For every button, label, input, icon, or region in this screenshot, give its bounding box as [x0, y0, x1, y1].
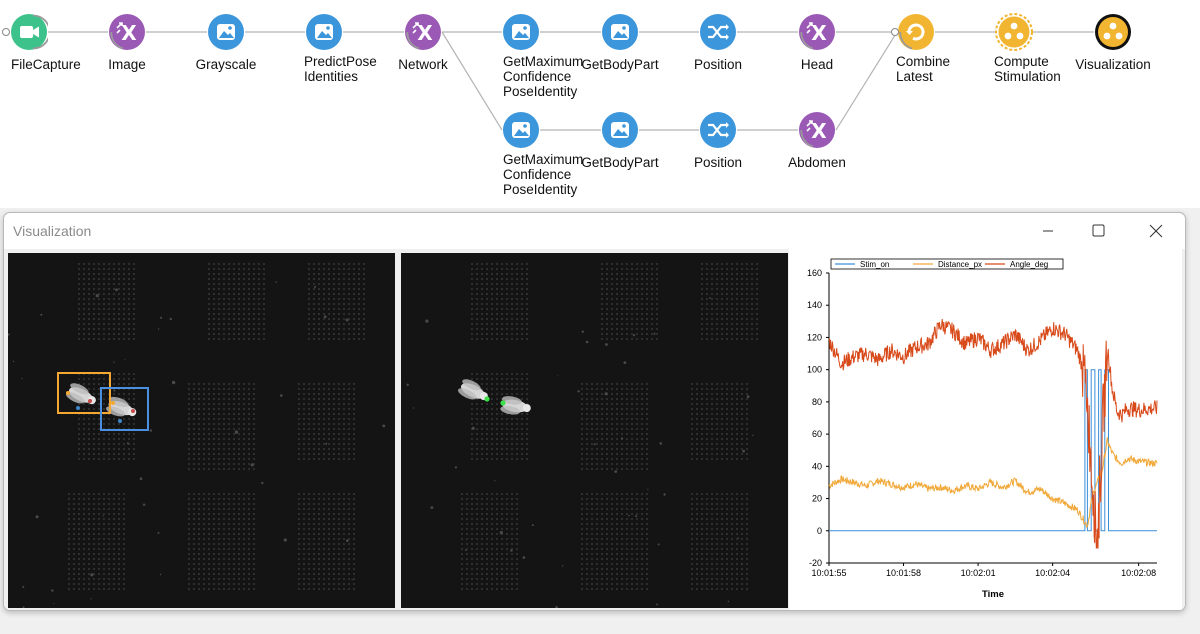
- node-getmax1[interactable]: [502, 13, 540, 51]
- x-axis-label: Time: [982, 589, 1004, 600]
- workflow-edge: [835, 31, 898, 131]
- legend-label: Stim_on: [860, 260, 889, 269]
- series-line-angle-deg: [828, 319, 1158, 549]
- x-tick-label: 10:02:08: [1121, 568, 1156, 578]
- node-port[interactable]: [891, 28, 899, 36]
- node-label-network: Network: [398, 57, 448, 72]
- x-tick-label: 10:01:58: [886, 568, 921, 578]
- node-label-combinelatest: Combine Latest: [896, 54, 951, 84]
- maximize-button[interactable]: [1075, 213, 1121, 249]
- node-label-grayscale: Grayscale: [195, 57, 257, 72]
- node-label-visualization: Visualization: [1075, 57, 1151, 72]
- keypoint: [131, 409, 135, 413]
- node-ring: [800, 31, 814, 50]
- node-circle: [700, 14, 736, 50]
- window-content: -20 0 20 40 60 80 100 120 140 160 10:01:55 10:01:58…: [4, 249, 1185, 610]
- node-circle: [602, 14, 638, 50]
- y-tick-label: 40: [812, 461, 822, 471]
- image-icon: [611, 122, 629, 138]
- node-label-head: Head: [800, 57, 834, 72]
- y-tick-label: 160: [807, 268, 822, 278]
- minimize-icon: [1043, 230, 1053, 232]
- node-circle: [306, 14, 342, 50]
- image-icon: [217, 24, 235, 40]
- video-frame-right: [401, 253, 788, 608]
- node-grayscale[interactable]: [207, 13, 245, 51]
- node-getbody1[interactable]: [601, 13, 639, 51]
- node-combinelatest[interactable]: [891, 13, 935, 51]
- series-line-distance-px: [828, 437, 1158, 528]
- node-port[interactable]: [2, 28, 10, 36]
- legend-label: Distance_px: [938, 260, 982, 269]
- node-ring: [110, 31, 124, 50]
- video-frame-left: [8, 253, 395, 608]
- y-tick-label: 20: [812, 494, 822, 504]
- pose-marker: [484, 396, 490, 402]
- image-icon: [315, 24, 333, 40]
- node-filecapture[interactable]: [2, 13, 48, 51]
- x-tick-label: 10:01:55: [811, 568, 846, 578]
- x-tick-label: 10:02:01: [961, 568, 996, 578]
- y-tick-label: 140: [807, 300, 822, 310]
- chart-legend: Stim_on Distance_px Angle_deg: [830, 258, 1064, 270]
- node-circle: [503, 112, 539, 148]
- keypoint: [111, 401, 115, 405]
- node-circle: [208, 14, 244, 50]
- node-predictpose[interactable]: [305, 13, 343, 51]
- node-ring: [33, 14, 48, 50]
- arena-background: [401, 253, 788, 608]
- image-icon: [611, 24, 629, 40]
- node-label-abdomen: Abdomen: [788, 155, 846, 170]
- image-icon: [512, 122, 530, 138]
- y-tick-label: -20: [809, 558, 822, 568]
- series-line-stim-on: [829, 369, 1157, 532]
- visualization-window: Visualization -20 0 20 40 60 80 100 120 140 160 10…: [3, 212, 1186, 611]
- video-panel-pose: [401, 253, 788, 608]
- node-head[interactable]: X: [798, 13, 836, 51]
- node-circle: [1095, 14, 1131, 50]
- node-label-computestim: Compute Stimulation: [994, 54, 1061, 84]
- node-image[interactable]: X: [108, 13, 146, 51]
- close-button[interactable]: [1133, 213, 1179, 249]
- node-getbody2[interactable]: [601, 111, 639, 149]
- window-title: Visualization: [13, 223, 92, 239]
- node-visualization[interactable]: [1094, 13, 1132, 51]
- node-circle: [995, 13, 1033, 51]
- legend-label: Angle_deg: [1010, 260, 1048, 269]
- y-tick-label: 120: [807, 332, 822, 342]
- workflow-edge: [441, 31, 503, 131]
- window-titlebar[interactable]: Visualization: [4, 213, 1185, 249]
- keypoint: [88, 399, 92, 403]
- y-tick-label: 60: [812, 429, 822, 439]
- node-ring: [899, 31, 913, 50]
- node-ring: [800, 129, 814, 148]
- node-getmax2[interactable]: [502, 111, 540, 149]
- minimize-button[interactable]: [1025, 213, 1071, 249]
- keypoint: [76, 406, 80, 410]
- node-circle: [503, 14, 539, 50]
- node-abdomen[interactable]: X: [798, 111, 836, 149]
- node-network[interactable]: X: [404, 13, 442, 51]
- node-computestim[interactable]: [995, 13, 1033, 51]
- node-circle: [700, 112, 736, 148]
- node-position2[interactable]: [699, 111, 737, 149]
- node-ring: [406, 31, 420, 50]
- time-series-plot: -20 0 20 40 60 80 100 120 140 160 10:01:55 10:01:58…: [789, 249, 1182, 610]
- close-icon: [1149, 224, 1163, 238]
- chart-svg: -20 0 20 40 60 80 100 120 140 160 10:01:55 10:01:58…: [807, 258, 1158, 600]
- video-panel-tracked: [8, 253, 395, 608]
- image-icon: [512, 24, 530, 40]
- y-tick-label: 0: [817, 526, 822, 536]
- node-position1[interactable]: [699, 13, 737, 51]
- x-tick-label: 10:02:04: [1035, 568, 1070, 578]
- workflow-graph: FileCapture X Image Grayscale PredictPose Id…: [0, 0, 1200, 208]
- arena-background: [8, 253, 395, 608]
- y-tick-label: 100: [807, 365, 822, 375]
- maximize-icon: [1092, 224, 1105, 237]
- keypoint: [118, 419, 122, 423]
- node-circle: [602, 112, 638, 148]
- y-tick-label: 80: [812, 397, 822, 407]
- pose-marker: [500, 400, 506, 406]
- keypoint: [66, 391, 70, 395]
